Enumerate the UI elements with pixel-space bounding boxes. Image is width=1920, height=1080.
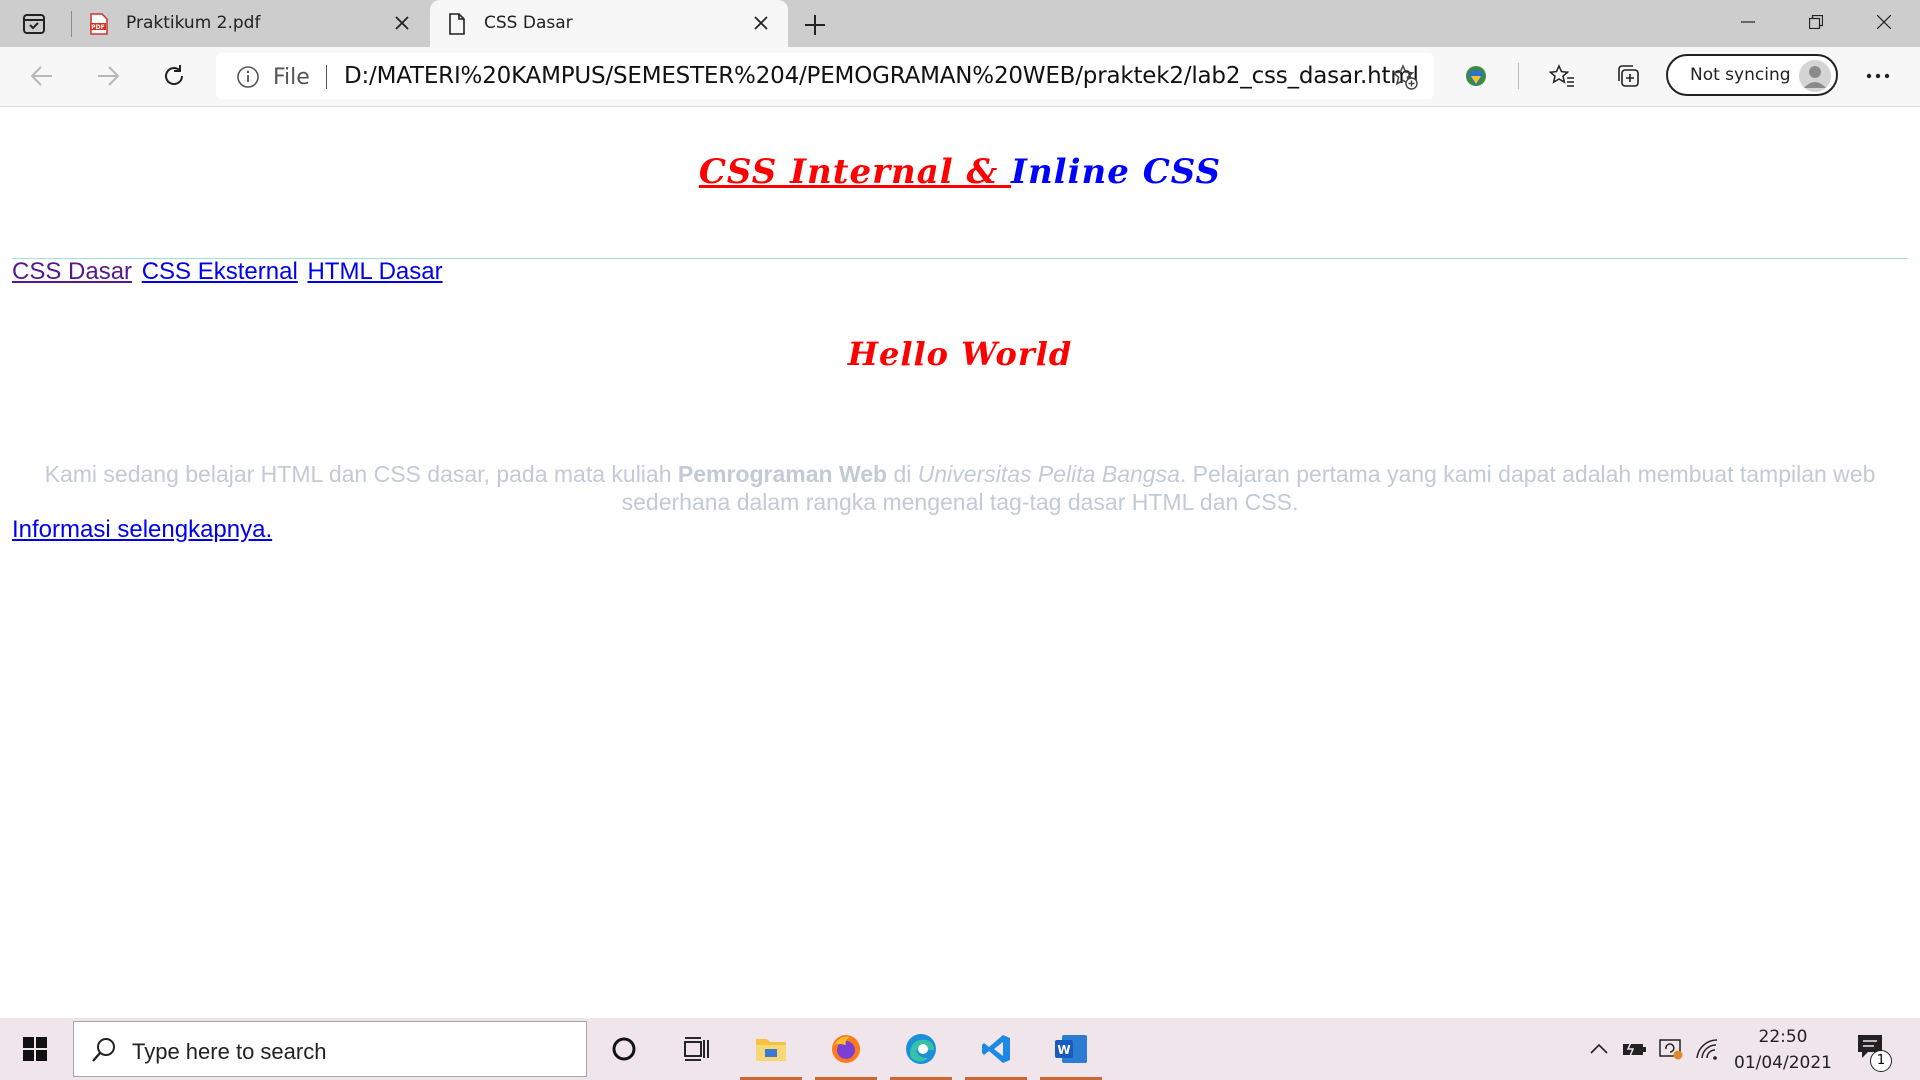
windows-start-icon[interactable]	[0, 1018, 70, 1080]
tab-title: Praktikum 2.pdf	[126, 13, 261, 33]
title-internal: CSS Internal &	[698, 152, 1012, 192]
svg-text:PDF: PDF	[91, 24, 104, 31]
battery-icon[interactable]	[1620, 1018, 1650, 1080]
clock-date: 01/04/2021	[1734, 1053, 1832, 1073]
notification-badge: 1	[1870, 1050, 1892, 1072]
hello-heading: Hello World	[847, 335, 1073, 373]
close-icon[interactable]	[391, 12, 413, 34]
collections-icon[interactable]	[1608, 56, 1648, 96]
back-icon[interactable]	[22, 56, 62, 96]
restore-icon[interactable]	[1782, 0, 1850, 44]
tab-actions-icon[interactable]	[20, 11, 48, 37]
title-inline: Inline CSS	[1011, 152, 1222, 192]
minimize-icon[interactable]	[1714, 0, 1782, 44]
tab-title: CSS Dasar	[484, 13, 573, 33]
cortana-icon[interactable]	[587, 1018, 661, 1080]
pdf-icon: PDF	[88, 13, 110, 35]
address-bar[interactable]: File D:/MATERI%20KAMPUS/SEMESTER%204/PEM…	[216, 53, 1434, 99]
profile-button[interactable]: Not syncing	[1666, 54, 1838, 96]
update-icon[interactable]	[1656, 1018, 1686, 1080]
wifi-icon[interactable]	[1692, 1018, 1722, 1080]
more-options-icon[interactable]	[1858, 56, 1898, 96]
info-icon[interactable]	[236, 65, 260, 94]
new-tab-icon[interactable]	[800, 10, 830, 40]
add-favorite-icon[interactable]	[1391, 64, 1418, 95]
extension-icon[interactable]	[1456, 56, 1496, 96]
vscode-icon[interactable]	[959, 1018, 1033, 1080]
taskbar: Type here to search W 22:50 01/04/2021 1	[0, 1018, 1920, 1080]
tab-bar: PDF Praktikum 2.pdf CSS Dasar	[0, 0, 1920, 47]
sync-status-label: Not syncing	[1690, 65, 1791, 85]
close-icon[interactable]	[750, 12, 772, 34]
page-icon	[446, 13, 468, 35]
taskbar-search-box[interactable]: Type here to search	[73, 1021, 587, 1077]
url-text[interactable]: D:/MATERI%20KAMPUS/SEMESTER%204/PEMOGRAM…	[344, 63, 1419, 89]
page-content: CSS Internal & Inline CSS CSS Dasar CSS …	[0, 107, 1920, 1018]
avatar-icon	[1799, 60, 1831, 92]
task-view-icon[interactable]	[659, 1018, 733, 1080]
close-window-icon[interactable]	[1850, 0, 1918, 44]
nav-link-css-eksternal[interactable]: CSS Eksternal	[142, 258, 298, 285]
tab-praktikum-pdf[interactable]: PDF Praktikum 2.pdf	[72, 0, 429, 47]
show-hidden-icons[interactable]	[1586, 1018, 1612, 1080]
firefox-icon[interactable]	[809, 1018, 883, 1080]
refresh-icon[interactable]	[154, 56, 194, 96]
more-info-link[interactable]: Informasi selengkapnya.	[12, 516, 272, 544]
system-clock[interactable]: 22:50 01/04/2021	[1720, 1024, 1846, 1076]
favorites-icon[interactable]	[1542, 56, 1582, 96]
toolbar: File D:/MATERI%20KAMPUS/SEMESTER%204/PEM…	[0, 47, 1920, 107]
search-placeholder: Type here to search	[132, 1039, 327, 1064]
file-explorer-icon[interactable]	[734, 1018, 808, 1080]
scheme-label: File	[273, 65, 310, 90]
search-icon	[90, 1036, 118, 1069]
toolbar-divider	[1518, 63, 1519, 89]
nav-links: CSS Dasar CSS Eksternal HTML Dasar	[12, 258, 446, 286]
word-icon[interactable]: W	[1034, 1018, 1108, 1080]
intro-paragraph: Kami sedang belajar HTML dan CSS dasar, …	[22, 460, 1898, 516]
para-italic: Universitas Pelita Bangsa	[917, 461, 1180, 487]
clock-time: 22:50	[1758, 1027, 1808, 1047]
page-title: CSS Internal & Inline CSS	[0, 152, 1920, 192]
nav-link-css-dasar[interactable]: CSS Dasar	[12, 258, 132, 285]
nav-link-html-dasar[interactable]: HTML Dasar	[307, 258, 442, 285]
forward-icon[interactable]	[88, 56, 128, 96]
para-text-1: Kami sedang belajar HTML dan CSS dasar, …	[44, 461, 678, 487]
address-divider	[326, 65, 327, 89]
edge-icon[interactable]	[884, 1018, 958, 1080]
svg-text:W: W	[1057, 1043, 1070, 1057]
para-text-2: di	[887, 461, 918, 487]
tab-css-dasar[interactable]: CSS Dasar	[430, 0, 788, 47]
para-bold: Pemrograman Web	[677, 461, 888, 487]
